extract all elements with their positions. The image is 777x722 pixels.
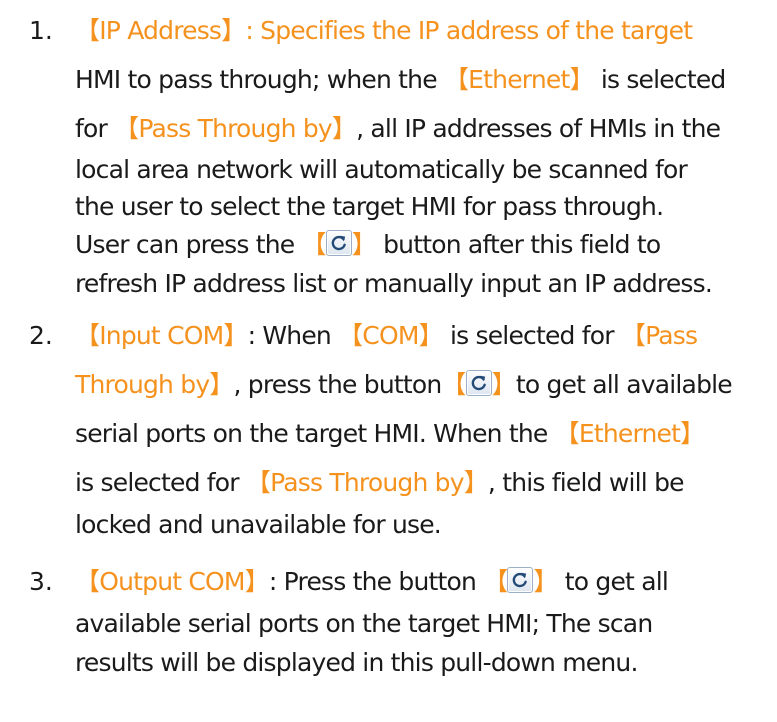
refresh-button — [465, 370, 492, 396]
text-line: refresh IP address list or manually inpu… — [75, 269, 713, 298]
keyword-input-com: 【Input COM】 — [75, 321, 248, 350]
refresh-icon — [331, 235, 346, 251]
text-line: for 【Pass Through by】, all IP addresses … — [75, 114, 721, 143]
keyword-pass: 【Pass — [620, 321, 698, 350]
item-number: 1. — [29, 16, 53, 45]
keyword-ip-address: IP Address — [99, 16, 222, 45]
text-line: available serial ports on the target HMI… — [75, 609, 653, 638]
refresh-icon — [513, 572, 528, 588]
keyword-com: 【COM】 — [338, 321, 444, 350]
text-line: User can press the 【】 button after this … — [75, 230, 661, 259]
text-line: serial ports on the target HMI. When the… — [75, 419, 706, 448]
keyword-pass-through-by: 【Pass Through by】 — [114, 114, 357, 143]
text-line: HMI to pass through; when the 【Ethernet】… — [75, 65, 726, 94]
text-line: 【Input COM】: When 【COM】 is selected for … — [75, 321, 698, 350]
keyword-ethernet: 【Ethernet】 — [443, 65, 595, 94]
text-line: local area network will automatically be… — [75, 155, 688, 184]
keyword-pass-through-by: 【Pass Through by】 — [245, 468, 489, 497]
item-number: 3. — [29, 567, 53, 596]
refresh-icon — [471, 375, 486, 391]
manual-page: 1. 【IP Address】: Specifies the IP addres… — [0, 0, 777, 722]
text-line: 【Output COM】: Press the button 【】 to get… — [75, 567, 669, 596]
text-line: is selected for 【Pass Through by】, this … — [75, 468, 685, 497]
refresh-button — [325, 230, 352, 256]
keyword-output-com: 【Output COM】 — [75, 567, 270, 596]
keyword-ethernet: 【Ethernet】 — [554, 419, 706, 448]
text-line: results will be displayed in this pull-d… — [75, 648, 638, 677]
text-line: the user to select the target HMI for pa… — [75, 192, 664, 221]
item-number: 2. — [29, 321, 53, 350]
text-line: locked and unavailable for use. — [75, 510, 442, 539]
text-line: Through by】, press the button【 】to get al… — [75, 370, 733, 399]
text-line: 【IP Address】: Specifies the IP address o… — [75, 16, 693, 45]
keyword-through-by: Through by】 — [75, 370, 234, 399]
refresh-button — [507, 567, 534, 593]
